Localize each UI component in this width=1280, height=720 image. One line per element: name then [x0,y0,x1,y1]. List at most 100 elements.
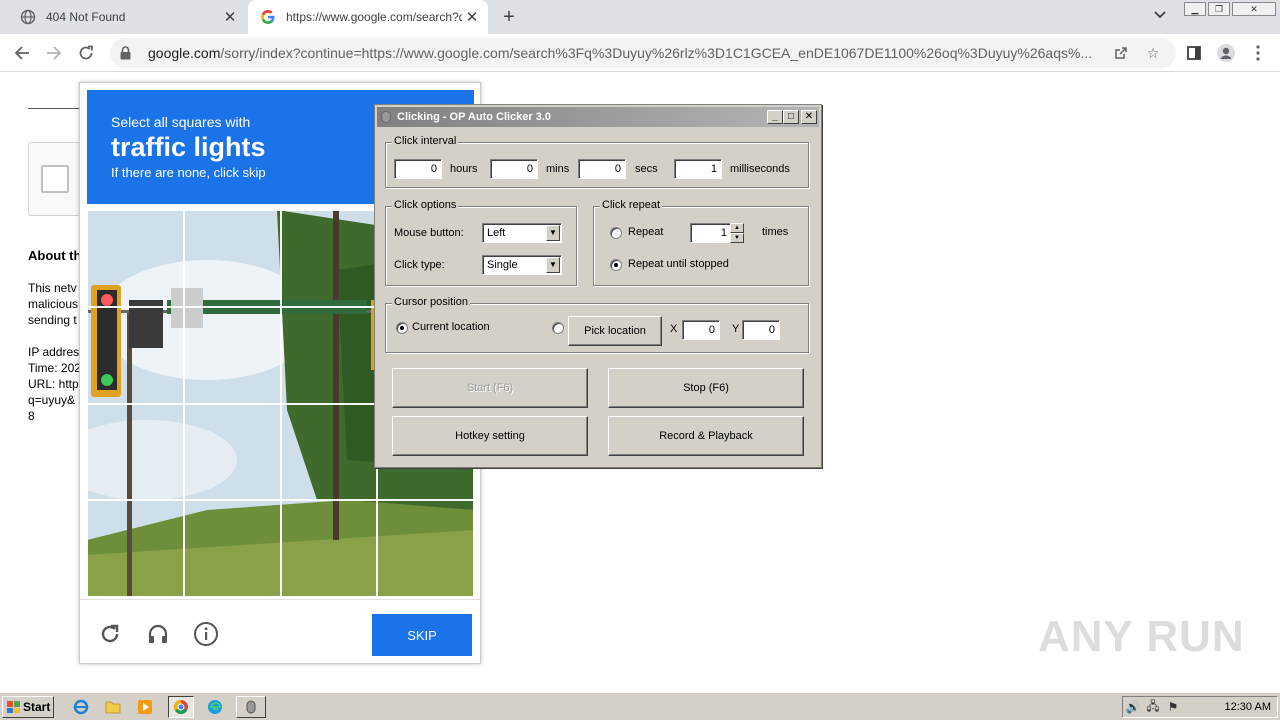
spin-up-icon[interactable]: ▲ [730,223,744,233]
chrome-icon[interactable] [168,696,194,718]
edge-icon[interactable] [206,698,224,716]
group-legend: Click options [392,199,459,211]
more-menu-icon[interactable] [1246,41,1270,65]
captcha-tile[interactable] [87,306,184,404]
about-heading: About th [28,248,82,263]
network-icon[interactable]: 🖧 [1143,697,1163,718]
captcha-tile[interactable] [183,306,281,404]
star-icon[interactable]: ☆ [1144,44,1162,62]
hours-input[interactable]: 0 [394,159,442,179]
reload-icon[interactable] [96,620,124,648]
tab-title: https://www.google.com/search?q= [286,10,462,24]
mins-input[interactable]: 0 [490,159,538,179]
pick-location-radio[interactable] [552,322,564,334]
share-icon[interactable] [1112,44,1130,62]
skip-button[interactable]: SKIP [372,614,472,656]
milliseconds-input[interactable]: 1 [674,159,722,179]
captcha-tile[interactable] [377,500,474,597]
repeat-until-stopped-radio[interactable] [610,259,622,271]
click-repeat-group: Click repeat Repeat 1 ▲ ▼ times Repeat u… [593,199,809,286]
captcha-tile[interactable] [280,500,378,597]
mouse-icon [381,111,391,123]
side-panel-icon[interactable] [1182,41,1206,65]
close-tab-icon[interactable]: ✕ [220,7,240,27]
x-coordinate-input[interactable]: 0 [682,320,720,340]
cursor-position-group: Cursor position Current location Pick lo… [385,296,809,353]
back-arrow-icon[interactable] [10,41,34,65]
captcha-tile[interactable] [280,210,378,307]
hours-label: hours [450,163,478,175]
ie-icon[interactable] [72,698,90,716]
captcha-tile[interactable] [183,403,281,501]
captcha-tile[interactable] [87,500,184,597]
volume-icon[interactable]: 🔊 [1123,700,1143,714]
current-location-label: Current location [412,321,490,333]
dropdown-arrow-icon[interactable]: ▼ [546,257,560,273]
captcha-tile[interactable] [280,403,378,501]
media-player-icon[interactable] [136,698,154,716]
new-tab-button[interactable]: + [498,6,520,28]
maximize-button[interactable]: □ [783,110,799,124]
repeat-spinner[interactable]: ▲ ▼ [730,223,744,243]
google-icon [260,9,276,25]
tab-404[interactable]: 404 Not Found ✕ [8,0,246,34]
address-bar[interactable]: google.com/sorry/index?continue=https://… [110,38,1176,68]
start-label: Start [23,700,51,714]
hotkey-setting-button[interactable]: Hotkey setting [392,416,588,456]
window-titlebar[interactable]: Clicking - OP Auto Clicker 3.0 _ □ ✕ [377,107,819,127]
reload-icon[interactable] [74,41,98,65]
folder-icon[interactable] [104,698,122,716]
secs-input[interactable]: 0 [578,159,626,179]
mouse-button-select[interactable]: Left ▼ [482,223,562,243]
close-window-button[interactable]: ✕ [1232,2,1276,16]
forward-arrow-icon[interactable] [42,41,66,65]
anyrun-watermark: ANY RUN [1038,612,1245,661]
recaptcha-checkbox[interactable] [41,165,69,193]
captcha-tile[interactable] [87,210,184,307]
click-type-value: Single [487,259,518,271]
body-text: This netv [28,281,77,295]
repeat-count-input[interactable]: 1 [690,223,732,243]
spin-down-icon[interactable]: ▼ [730,233,744,243]
group-legend: Cursor position [392,296,470,308]
restore-button[interactable]: ❐ [1208,2,1230,16]
headphones-icon[interactable] [144,620,172,648]
tab-title: 404 Not Found [46,10,126,24]
record-playback-button[interactable]: Record & Playback [608,416,804,456]
captcha-tile[interactable] [280,306,378,404]
stop-button[interactable]: Stop (F6) [608,368,804,408]
body-text: 8 [28,409,35,423]
windows-logo-icon [7,701,20,713]
click-type-select[interactable]: Single ▼ [482,255,562,275]
autoclicker-window: Clicking - OP Auto Clicker 3.0 _ □ ✕ Cli… [374,104,822,468]
chevron-down-icon[interactable] [1150,8,1170,26]
captcha-tile[interactable] [87,403,184,501]
captcha-tile[interactable] [183,500,281,597]
tab-strip: 404 Not Found ✕ https://www.google.com/s… [0,0,1280,34]
close-tab-icon[interactable]: ✕ [462,7,482,27]
repeat-radio[interactable] [610,227,622,239]
profile-avatar-icon[interactable] [1214,41,1238,65]
dropdown-arrow-icon[interactable]: ▼ [546,225,560,241]
flag-icon[interactable]: ⚑ [1163,700,1183,714]
info-icon[interactable] [192,620,220,648]
captcha-tile[interactable] [183,210,281,307]
milliseconds-label: milliseconds [730,163,790,175]
body-text: Time: 202 [28,361,81,375]
autoclicker-taskbar-icon[interactable] [236,696,266,718]
tab-google[interactable]: https://www.google.com/search?q= ✕ [248,0,488,34]
start-button[interactable]: Start (F6) [392,368,588,408]
group-legend: Click interval [392,135,459,147]
click-type-label: Click type: [394,259,445,271]
current-location-radio[interactable] [396,322,408,334]
body-text: URL: http [28,377,79,391]
start-button[interactable]: Start [2,696,54,718]
y-coordinate-input[interactable]: 0 [742,320,780,340]
group-legend: Click repeat [600,199,663,211]
lock-icon[interactable] [120,46,134,60]
click-interval-group: Click interval 0 hours 0 mins 0 secs 1 m… [385,135,809,188]
pick-location-button[interactable]: Pick location [568,316,662,346]
minimize-button[interactable]: ▁ [1184,2,1206,16]
minimize-button[interactable]: _ [767,110,783,124]
close-button[interactable]: ✕ [801,110,817,124]
